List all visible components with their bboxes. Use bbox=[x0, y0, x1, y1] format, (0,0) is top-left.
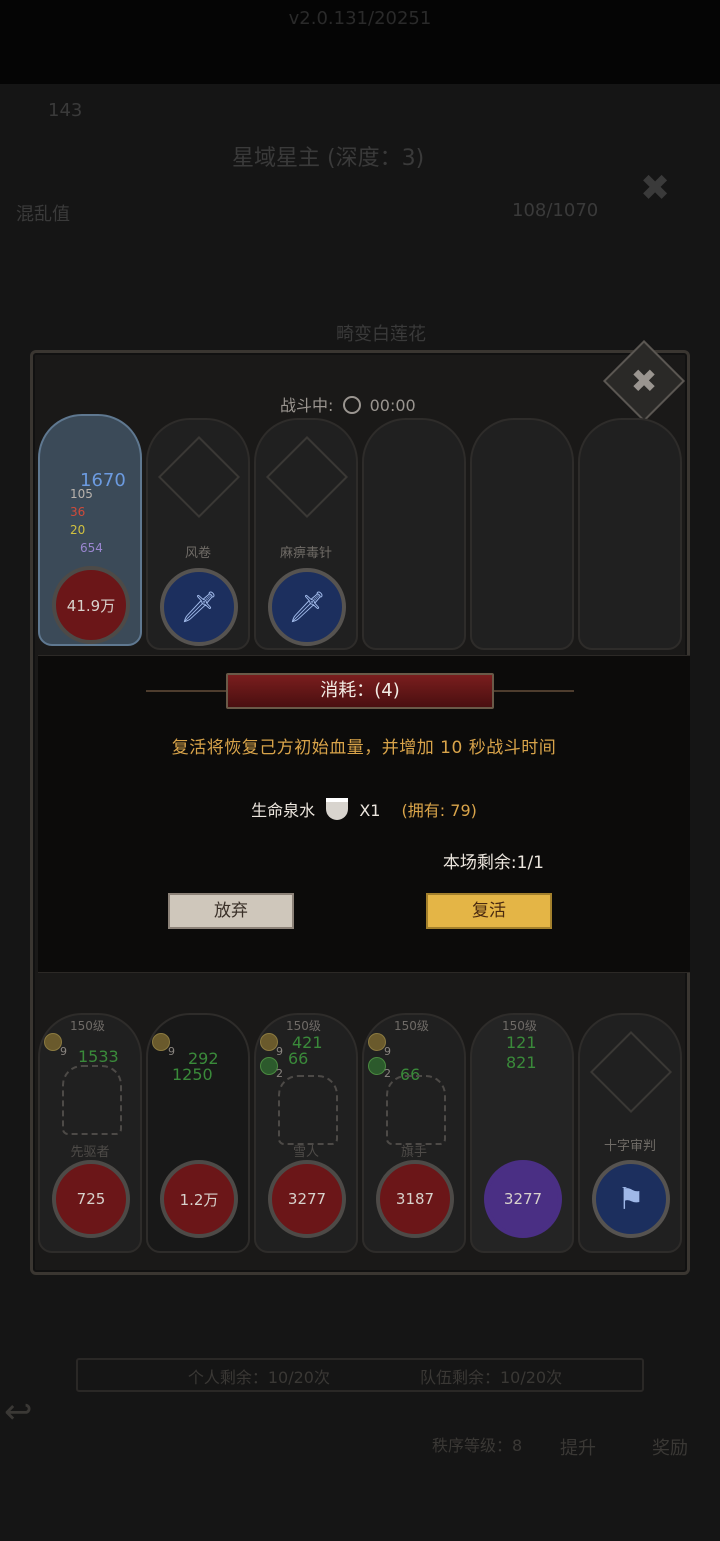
banner-icon: ⚑ bbox=[617, 1181, 645, 1217]
reward-button[interactable]: 奖励 bbox=[652, 1434, 688, 1460]
skill-orb: ⚑ bbox=[592, 1160, 670, 1238]
team-stat: 1533 bbox=[78, 1047, 119, 1066]
version-text: v2.0.131/20251 bbox=[288, 8, 432, 29]
background-close-icon[interactable]: ✖ bbox=[640, 168, 670, 209]
team-level: 150级 bbox=[286, 1019, 321, 1033]
team-stat: 821 bbox=[506, 1053, 537, 1072]
personal-remaining: 个人剩余：10/20次 bbox=[187, 1368, 330, 1387]
header-divider-left bbox=[146, 690, 226, 692]
team-slot-3[interactable]: 150级 9 2 421 66 雪人 3277 bbox=[254, 1013, 358, 1253]
team-slot-4[interactable]: 150级 9 2 66 旗手 3187 bbox=[362, 1013, 466, 1253]
hp-orb: 1.2万 bbox=[160, 1160, 238, 1238]
revive-button[interactable]: 复活 bbox=[426, 893, 552, 929]
remaining-count: 本场剩余:1/1 bbox=[442, 853, 544, 873]
emblem-icon bbox=[265, 435, 349, 519]
hero-portrait bbox=[62, 1065, 122, 1135]
team-level: 150级 bbox=[502, 1019, 537, 1033]
enemy-hp-orb: 41.9万 bbox=[52, 566, 130, 644]
hp-orb: 3277 bbox=[268, 1160, 346, 1238]
item-quantity: X1 bbox=[359, 801, 381, 820]
team-stat: 66 bbox=[288, 1049, 309, 1068]
team-stat: 121 bbox=[506, 1033, 537, 1052]
skill-name: 麻痹毒针 bbox=[279, 546, 332, 561]
currency-value: 143 bbox=[48, 100, 83, 121]
team-slot-1[interactable]: 150级 9 1533 先驱者 725 bbox=[38, 1013, 142, 1253]
hp-orb: 3187 bbox=[376, 1160, 454, 1238]
owned-count: (拥有: 79) bbox=[401, 801, 477, 820]
sword-icon: 🗡 bbox=[179, 589, 219, 625]
skill-value: 2 bbox=[384, 1067, 391, 1080]
team-slot-2[interactable]: 9 292 1250 1.2万 bbox=[146, 1013, 250, 1253]
chaos-label: 混乱值 bbox=[16, 204, 70, 225]
skill-value: 2 bbox=[276, 1067, 283, 1080]
chalice-icon bbox=[326, 798, 349, 820]
enemy-stat-2: 105 bbox=[70, 487, 93, 501]
enemy-slot-5 bbox=[470, 418, 574, 650]
hero-portrait bbox=[386, 1075, 446, 1145]
emblem-icon bbox=[589, 1030, 673, 1114]
battle-status: 战斗中: 00:00 bbox=[280, 392, 540, 415]
clock-icon bbox=[342, 396, 361, 414]
enemy-slot-4 bbox=[362, 418, 466, 650]
boss-name: 畸变白莲花 bbox=[336, 324, 426, 345]
back-arrow-icon[interactable]: ↩ bbox=[4, 1392, 33, 1432]
dungeon-title: 星域星主 (深度：3) bbox=[232, 146, 425, 171]
battle-status-label: 战斗中: bbox=[280, 396, 334, 415]
enemy-stat-4: 20 bbox=[70, 523, 86, 537]
rank-value: 9 bbox=[384, 1045, 391, 1058]
close-x-icon: ✖ bbox=[630, 362, 658, 400]
enemy-stat-3: 36 bbox=[70, 505, 86, 519]
team-slot-6[interactable]: 十字审判 ⚑ bbox=[578, 1013, 682, 1253]
chaos-value: 108/1070 bbox=[512, 200, 599, 221]
item-name: 生命泉水 bbox=[251, 801, 316, 820]
cost-item-row: 生命泉水 X1 (拥有: 79) bbox=[38, 797, 690, 821]
enemy-slot-1[interactable]: 41.9万 bbox=[38, 414, 142, 646]
upgrade-button[interactable]: 提升 bbox=[560, 1434, 596, 1460]
skill-name: 十字审判 bbox=[603, 1139, 656, 1154]
hp-orb: 3277 bbox=[484, 1160, 562, 1238]
rank-value: 9 bbox=[276, 1045, 283, 1058]
enemy-slot-2[interactable]: 风卷 🗡 bbox=[146, 418, 250, 650]
hero-name: 先驱者 bbox=[70, 1145, 110, 1160]
hero-portrait bbox=[278, 1075, 338, 1145]
rank-value: 9 bbox=[168, 1045, 175, 1058]
team-level: 150级 bbox=[394, 1019, 429, 1033]
skill-orb: 🗡 bbox=[268, 568, 346, 646]
header-divider-right bbox=[494, 690, 574, 692]
skill-orb: 🗡 bbox=[160, 568, 238, 646]
enemy-slot-3[interactable]: 麻痹毒针 🗡 bbox=[254, 418, 358, 650]
give-up-button[interactable]: 放弃 bbox=[168, 893, 294, 929]
order-level: 秩序等级：8 bbox=[432, 1436, 523, 1455]
team-remaining: 队伍剩余：10/20次 bbox=[420, 1368, 563, 1387]
sword-icon: 🗡 bbox=[287, 589, 327, 625]
hero-name: 雪人 bbox=[292, 1145, 319, 1160]
rank-value: 9 bbox=[60, 1045, 67, 1058]
hero-name: 旗手 bbox=[400, 1145, 427, 1160]
team-level: 150级 bbox=[70, 1019, 105, 1033]
enemy-slot-6 bbox=[578, 418, 682, 650]
emblem-icon bbox=[157, 435, 241, 519]
revive-description: 复活将恢复己方初始血量，并增加 10 秒战斗时间 bbox=[171, 738, 557, 758]
team-slot-5[interactable]: 150级 121 821 3277 bbox=[470, 1013, 574, 1253]
cost-header: 消耗：(4) bbox=[226, 673, 494, 709]
team-stat: 1250 bbox=[172, 1065, 213, 1084]
battle-timer: 00:00 bbox=[369, 396, 416, 415]
enemy-stat-5: 654 bbox=[80, 541, 103, 555]
skill-name: 风卷 bbox=[184, 546, 211, 561]
hp-orb: 725 bbox=[52, 1160, 130, 1238]
